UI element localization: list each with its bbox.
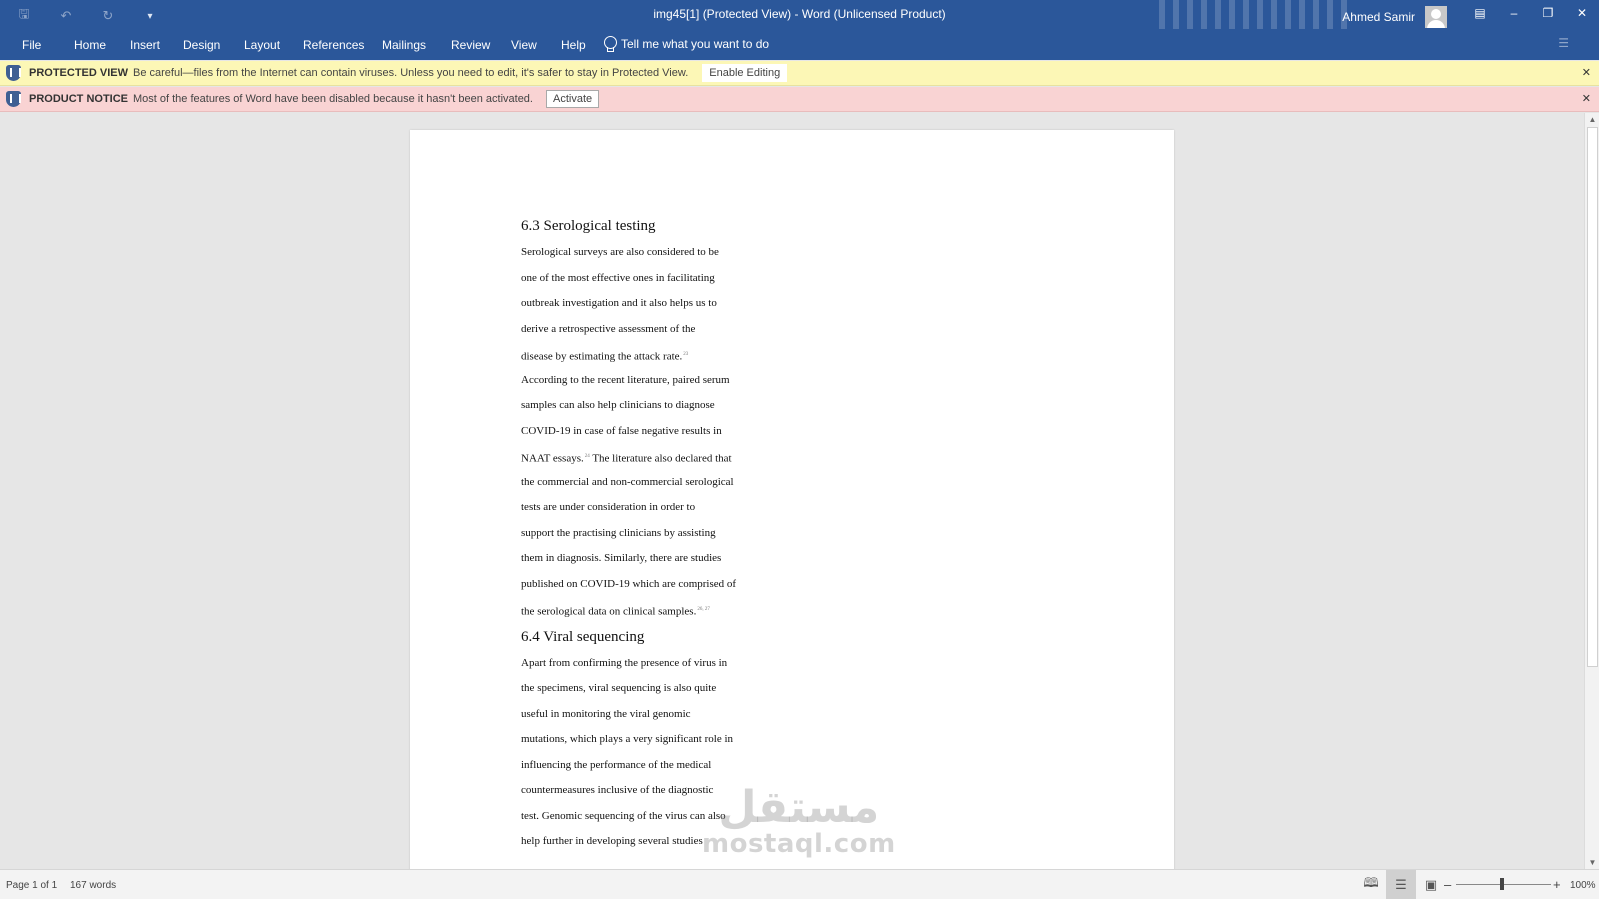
view-switcher: 🕮 ☰ ▣: [1356, 870, 1446, 899]
document-canvas[interactable]: 6.3 Serological testing Serological surv…: [0, 113, 1584, 869]
activate-button[interactable]: Activate: [546, 90, 600, 108]
title-bar: 🖫 ↶ ↻ ▾ img45[1] (Protected View) - Word…: [0, 0, 1599, 29]
zoom-level[interactable]: 100%: [1570, 880, 1596, 891]
enable-editing-button[interactable]: Enable Editing: [702, 64, 788, 82]
tab-references[interactable]: References: [303, 38, 364, 52]
tab-help[interactable]: Help: [561, 38, 586, 52]
paragraph-line: influencing the performance of the medic…: [521, 758, 712, 771]
paragraph-line: one of the most effective ones in facili…: [521, 271, 715, 284]
lightbulb-icon: [604, 36, 617, 52]
zoom-out-icon[interactable]: –: [1444, 877, 1451, 892]
user-account[interactable]: Ahmed Samir: [1342, 6, 1447, 28]
tell-me-label: Tell me what you want to do: [621, 36, 770, 51]
paragraph-line: the serological data on clinical samples…: [521, 605, 710, 618]
paragraph-line: Serological surveys are also considered …: [521, 246, 719, 258]
paragraph-line: support the practising clinicians by ass…: [521, 526, 716, 539]
print-layout-icon[interactable]: ☰: [1386, 870, 1416, 899]
minimize-icon[interactable]: –: [1497, 0, 1531, 26]
paragraph-line: COVID-19 in case of false negative resul…: [521, 424, 722, 437]
close-icon[interactable]: ✕: [1565, 0, 1599, 26]
paragraph-line: mutations, which plays a very significan…: [521, 733, 734, 745]
tab-file[interactable]: File: [22, 38, 41, 52]
word-count[interactable]: 167 words: [70, 880, 116, 891]
share-icon[interactable]: ☰: [1558, 36, 1569, 50]
paragraph-line: derive a retrospective assessment of the: [521, 322, 696, 335]
restore-icon[interactable]: ❐: [1531, 0, 1565, 26]
paragraph-line: published on COVID-19 which are comprise…: [521, 577, 737, 590]
watermark: مستقل mostaql.com: [702, 782, 896, 859]
scrollbar-thumb[interactable]: [1587, 127, 1598, 667]
page-count[interactable]: Page 1 of 1: [6, 880, 57, 891]
paragraph-line: outbreak investigation and it also helps…: [521, 297, 717, 309]
shield-icon: [6, 65, 21, 81]
ribbon-tabs: File Home Insert Design Layout Reference…: [0, 29, 1599, 60]
paragraph-line: the commercial and non-commercial serolo…: [521, 475, 734, 488]
scroll-up-icon[interactable]: ▲: [1585, 115, 1599, 124]
vertical-scrollbar[interactable]: ▲ ▼: [1584, 113, 1599, 869]
tab-layout[interactable]: Layout: [244, 38, 280, 52]
user-name: Ahmed Samir: [1342, 10, 1415, 24]
avatar[interactable]: [1425, 6, 1447, 28]
section-heading: 6.3 Serological testing: [521, 218, 656, 234]
protected-view-bar: PROTECTED VIEW Be careful—files from the…: [0, 61, 1599, 86]
product-notice-bar: PRODUCT NOTICE Most of the features of W…: [0, 87, 1599, 112]
status-bar: Page 1 of 1 167 words 🕮 ☰ ▣ – + 100%: [0, 869, 1599, 899]
paragraph-line: According to the recent literature, pair…: [521, 373, 730, 386]
tab-insert[interactable]: Insert: [130, 38, 160, 52]
close-icon[interactable]: ✕: [1582, 66, 1591, 79]
product-notice-title: PRODUCT NOTICE: [29, 93, 128, 105]
protected-view-title: PROTECTED VIEW: [29, 67, 129, 79]
scroll-down-icon[interactable]: ▼: [1585, 858, 1599, 867]
tab-mailings[interactable]: Mailings: [382, 38, 426, 52]
protected-view-message: Be careful—files from the Internet can c…: [133, 67, 689, 79]
close-icon[interactable]: ✕: [1582, 92, 1591, 105]
paragraph-line: disease by estimating the attack rate.23: [521, 350, 689, 363]
paragraph-line: useful in monitoring the viral genomic: [521, 707, 691, 720]
ribbon-display-options-icon[interactable]: ▤: [1463, 0, 1497, 26]
window-controls: ▤ – ❐ ✕: [1463, 0, 1599, 26]
tab-view[interactable]: View: [511, 38, 537, 52]
zoom-slider-thumb[interactable]: [1500, 878, 1504, 890]
document-page[interactable]: 6.3 Serological testing Serological surv…: [410, 130, 1174, 869]
zoom-in-icon[interactable]: +: [1553, 877, 1561, 892]
document-body: 6.3 Serological testing Serological surv…: [521, 212, 781, 855]
paragraph-line: tests are under consideration in order t…: [521, 501, 696, 513]
read-mode-icon[interactable]: 🕮: [1356, 870, 1386, 899]
tab-review[interactable]: Review: [451, 38, 490, 52]
watermark-arabic: مستقل: [718, 782, 880, 833]
product-notice-message: Most of the features of Word have been d…: [133, 93, 533, 105]
tell-me-search[interactable]: Tell me what you want to do: [604, 36, 770, 52]
paragraph-line: NAAT essays.24 The literature also decla…: [521, 452, 732, 465]
section-heading: 6.4 Viral sequencing: [521, 628, 645, 645]
shield-icon: [6, 91, 21, 107]
paragraph-line: them in diagnosis. Similarly, there are …: [521, 552, 722, 564]
paragraph-line: the specimens, viral sequencing is also …: [521, 682, 717, 694]
tab-design[interactable]: Design: [183, 38, 220, 52]
paragraph-line: samples can also help clinicians to diag…: [521, 399, 715, 411]
tab-home[interactable]: Home: [74, 38, 106, 52]
watermark-latin: mostaql.com: [702, 829, 896, 859]
web-layout-icon[interactable]: ▣: [1416, 870, 1446, 899]
paragraph-line: Apart from confirming the presence of vi…: [521, 656, 728, 669]
